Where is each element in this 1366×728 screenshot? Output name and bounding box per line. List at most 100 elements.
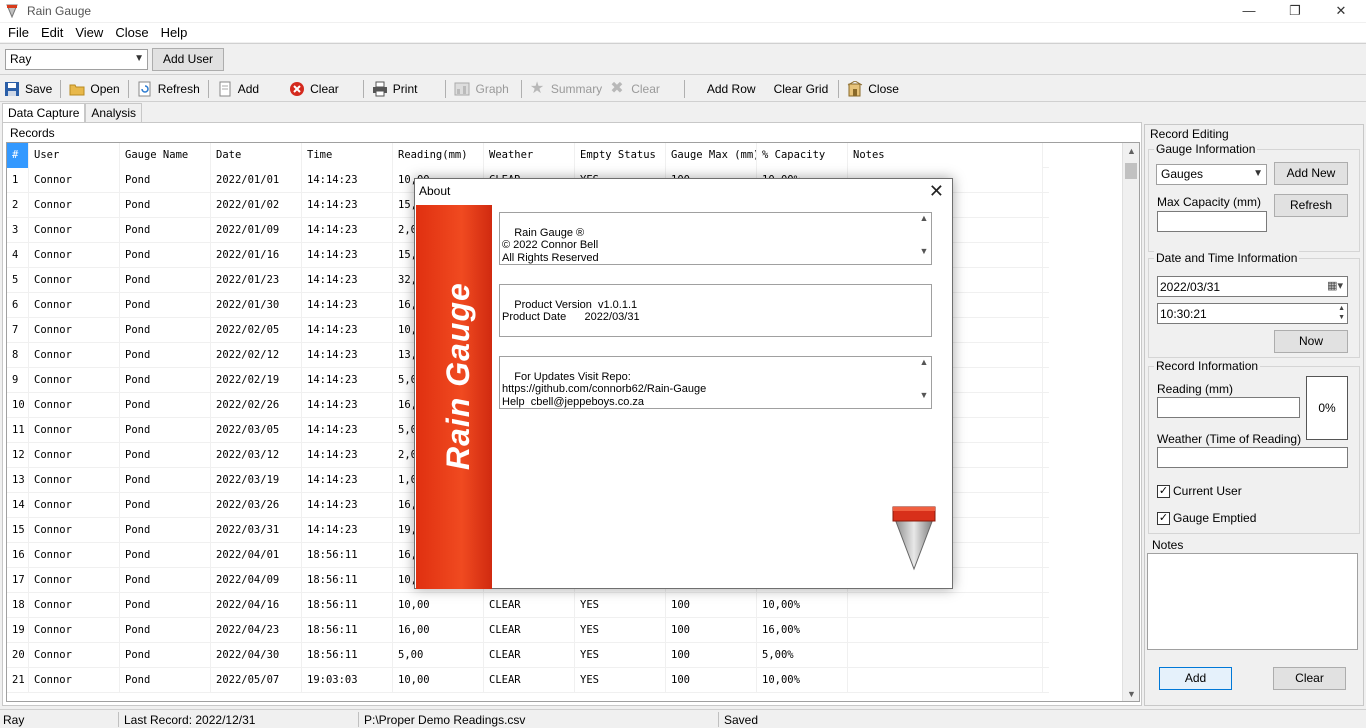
- menu-help[interactable]: Help: [155, 25, 194, 40]
- cell-gauge-max[interactable]: 100: [666, 618, 757, 643]
- cell-date[interactable]: 2022/04/23: [211, 618, 302, 643]
- column-header-date[interactable]: Date: [211, 143, 302, 168]
- cell-row-number[interactable]: 4: [7, 243, 29, 268]
- gauge-select[interactable]: Gauges ▼: [1156, 164, 1267, 185]
- cell-row-number[interactable]: 7: [7, 318, 29, 343]
- cell-user[interactable]: Connor: [29, 393, 120, 418]
- cell-row-number[interactable]: 19: [7, 618, 29, 643]
- cell-gauge-name[interactable]: Pond: [120, 218, 211, 243]
- cell-row-number[interactable]: 11: [7, 418, 29, 443]
- cell-gauge-name[interactable]: Pond: [120, 343, 211, 368]
- cell-time[interactable]: 14:14:23: [302, 193, 393, 218]
- cell-user[interactable]: Connor: [29, 468, 120, 493]
- restore-button[interactable]: ❐: [1272, 0, 1318, 22]
- cell-gauge-max[interactable]: 100: [666, 593, 757, 618]
- cell-gauge-name[interactable]: Pond: [120, 543, 211, 568]
- cell-gauge-name[interactable]: Pond: [120, 468, 211, 493]
- cell-row-number[interactable]: 10: [7, 393, 29, 418]
- cell-row-number[interactable]: 3: [7, 218, 29, 243]
- textbox-scroll-arrows-icon[interactable]: ▲ ▼: [919, 357, 929, 401]
- clear-graph-button[interactable]: ✖ Clear: [606, 78, 664, 100]
- print-button[interactable]: Print: [368, 78, 422, 100]
- save-button[interactable]: Save: [0, 78, 56, 100]
- notes-textarea[interactable]: [1147, 553, 1358, 650]
- user-select[interactable]: Ray ▼: [5, 49, 148, 70]
- cell-gauge-name[interactable]: Pond: [120, 618, 211, 643]
- add-button[interactable]: Add: [213, 78, 263, 100]
- cell-user[interactable]: Connor: [29, 218, 120, 243]
- cell-time[interactable]: 14:14:23: [302, 218, 393, 243]
- cell-user[interactable]: Connor: [29, 568, 120, 593]
- refresh-gauge-button[interactable]: Refresh: [1274, 194, 1348, 217]
- column-header-notes[interactable]: Notes: [848, 143, 1043, 168]
- cell-gauge-name[interactable]: Pond: [120, 443, 211, 468]
- cell-gauge-name[interactable]: Pond: [120, 193, 211, 218]
- cell-user[interactable]: Connor: [29, 518, 120, 543]
- column-header-row-number[interactable]: #: [7, 143, 29, 168]
- reading-input[interactable]: [1157, 397, 1300, 418]
- cell-time[interactable]: 14:14:23: [302, 243, 393, 268]
- cell-user[interactable]: Connor: [29, 543, 120, 568]
- cell-date[interactable]: 2022/02/05: [211, 318, 302, 343]
- cell-gauge-name[interactable]: Pond: [120, 268, 211, 293]
- cell-weather[interactable]: CLEAR: [484, 668, 575, 693]
- cell-user[interactable]: Connor: [29, 643, 120, 668]
- cell-date[interactable]: 2022/03/12: [211, 443, 302, 468]
- cell-user[interactable]: Connor: [29, 168, 120, 193]
- cell-user[interactable]: Connor: [29, 443, 120, 468]
- cell-gauge-name[interactable]: Pond: [120, 643, 211, 668]
- cell-row-number[interactable]: 18: [7, 593, 29, 618]
- textbox-scroll-arrows-icon[interactable]: ▲ ▼: [919, 213, 929, 257]
- cell-date[interactable]: 2022/02/12: [211, 343, 302, 368]
- cell-gauge-name[interactable]: Pond: [120, 368, 211, 393]
- column-header-capacity[interactable]: % Capacity: [757, 143, 848, 168]
- scroll-up-arrow-icon[interactable]: ▲: [1123, 143, 1139, 160]
- cell-time[interactable]: 14:14:23: [302, 393, 393, 418]
- add-record-button[interactable]: Add: [1159, 667, 1232, 690]
- time-picker[interactable]: 10:30:21 ▲ ▼: [1157, 303, 1348, 324]
- max-capacity-input[interactable]: [1157, 211, 1267, 232]
- menu-view[interactable]: View: [69, 25, 109, 40]
- cell-user[interactable]: Connor: [29, 493, 120, 518]
- minimize-button[interactable]: —: [1226, 0, 1272, 22]
- cell-row-number[interactable]: 5: [7, 268, 29, 293]
- cell-reading[interactable]: 10,00: [393, 668, 484, 693]
- cell-row-number[interactable]: 12: [7, 443, 29, 468]
- cell-time[interactable]: 14:14:23: [302, 418, 393, 443]
- cell-date[interactable]: 2022/03/19: [211, 468, 302, 493]
- now-button[interactable]: Now: [1274, 330, 1348, 353]
- column-header-reading[interactable]: Reading(mm): [393, 143, 484, 168]
- add-new-gauge-button[interactable]: Add New: [1274, 162, 1348, 185]
- cell-time[interactable]: 18:56:11: [302, 543, 393, 568]
- cell-reading[interactable]: 5,00: [393, 643, 484, 668]
- cell-user[interactable]: Connor: [29, 618, 120, 643]
- cell-gauge-name[interactable]: Pond: [120, 668, 211, 693]
- cell-capacity[interactable]: 10,00%: [757, 593, 848, 618]
- cell-gauge-name[interactable]: Pond: [120, 418, 211, 443]
- cell-weather[interactable]: CLEAR: [484, 618, 575, 643]
- cell-date[interactable]: 2022/04/16: [211, 593, 302, 618]
- cell-date[interactable]: 2022/04/30: [211, 643, 302, 668]
- cell-time[interactable]: 14:14:23: [302, 468, 393, 493]
- cell-row-number[interactable]: 16: [7, 543, 29, 568]
- cell-date[interactable]: 2022/02/26: [211, 393, 302, 418]
- cell-time[interactable]: 14:14:23: [302, 368, 393, 393]
- cell-user[interactable]: Connor: [29, 318, 120, 343]
- column-header-gauge-name[interactable]: Gauge Name: [120, 143, 211, 168]
- clear-grid-button[interactable]: Clear Grid: [770, 78, 833, 100]
- cell-row-number[interactable]: 6: [7, 293, 29, 318]
- cell-time[interactable]: 18:56:11: [302, 643, 393, 668]
- menu-file[interactable]: File: [2, 25, 35, 40]
- cell-row-number[interactable]: 20: [7, 643, 29, 668]
- cell-time[interactable]: 14:14:23: [302, 293, 393, 318]
- table-row[interactable]: 21 Connor Pond 2022/05/07 19:03:03 10,00 CLEAR…: [7, 668, 1049, 693]
- tab-analysis[interactable]: Analysis: [85, 103, 143, 123]
- tab-data-capture[interactable]: Data Capture: [2, 103, 86, 124]
- cell-date[interactable]: 2022/01/01: [211, 168, 302, 193]
- column-header-empty-status[interactable]: Empty Status: [575, 143, 666, 168]
- summary-button[interactable]: ★ Summary: [526, 78, 606, 100]
- cell-weather[interactable]: CLEAR: [484, 643, 575, 668]
- column-header-user[interactable]: User: [29, 143, 120, 168]
- about-copyright-box[interactable]: Rain Gauge ® © 2022 Connor Bell All Righ…: [499, 212, 932, 265]
- cell-date[interactable]: 2022/01/30: [211, 293, 302, 318]
